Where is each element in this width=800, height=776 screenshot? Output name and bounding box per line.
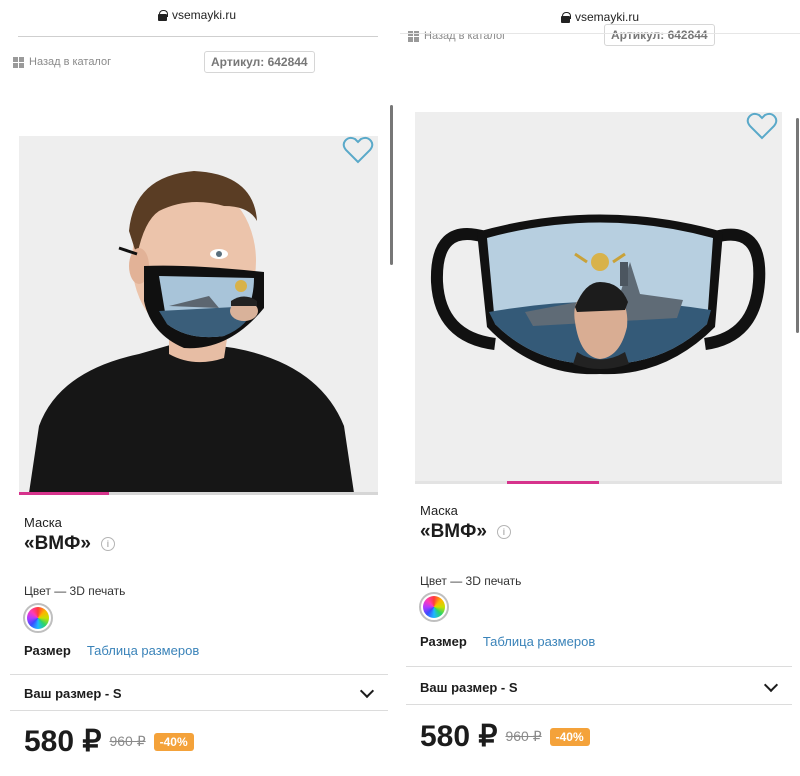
size-select[interactable]: Ваш размер - S [24,683,376,701]
product-type: Маска [420,503,458,518]
size-table-link[interactable]: Таблица размеров [87,643,199,658]
size-select-bottom-border [10,710,388,711]
size-select-value: Ваш размер - S [420,680,518,695]
color-label: Цвет — 3D печать [420,574,522,588]
sku-badge: Артикул: 642844 [604,24,715,46]
product-page-left: vsemayki.ru Назад в каталог Артикул: 642… [0,0,394,776]
info-icon[interactable]: i [496,525,511,539]
gallery-indicator-active [19,492,109,495]
size-select-top-border [10,674,388,675]
url-bar[interactable]: vsemayki.ru [400,6,800,28]
model-wearing-mask-image [19,136,378,493]
chevron-down-icon [359,683,375,698]
gallery-indicator[interactable] [415,481,782,484]
scrollbar[interactable] [390,105,393,265]
color-label: Цвет — 3D печать [24,584,126,598]
lock-icon [157,9,168,21]
sku-badge: Артикул: 642844 [204,51,315,73]
old-price: 960 ₽ [505,728,542,744]
heart-icon[interactable] [746,112,778,140]
discount-badge: -40% [549,727,590,746]
price: 580 ₽ [420,720,498,753]
price-row: 580 ₽ 960 ₽ -40% [24,724,194,759]
url-bar[interactable]: vsemayki.ru [0,4,394,26]
product-name-text: «ВМФ» [24,533,91,554]
discount-badge: -40% [153,732,194,751]
size-select-top-border [406,666,792,667]
sticky-header-divider [400,33,800,34]
info-icon[interactable]: i [100,537,115,551]
gallery-indicator[interactable] [19,492,378,495]
size-select-bottom-border [406,704,792,705]
heart-icon[interactable] [342,136,374,164]
chevron-down-icon [763,677,779,692]
size-row: Размер Таблица размеров [420,634,595,649]
product-photo-mask[interactable] [415,112,782,482]
product-name: «ВМФ» i [24,533,115,555]
price-row: 580 ₽ 960 ₽ -40% [420,719,590,754]
old-price: 960 ₽ [109,733,146,749]
header-divider [18,36,378,37]
size-select-value: Ваш размер - S [24,686,122,701]
scrollbar[interactable] [796,118,799,333]
price: 580 ₽ [24,725,102,758]
color-swatch-icon[interactable] [23,603,53,633]
comparison-screenshot: vsemayki.ru Назад в каталог Артикул: 642… [0,0,800,776]
color-swatch-icon[interactable] [419,592,449,622]
size-row: Размер Таблица размеров [24,643,199,658]
mask-product-image [415,112,782,482]
product-page-right: vsemayki.ru Назад в каталог Артикул: 642… [400,0,800,776]
back-label: Назад в каталог [29,56,112,68]
product-photo-model[interactable] [19,136,378,493]
product-name-text: «ВМФ» [420,521,487,542]
size-select[interactable]: Ваш размер - S [420,677,780,695]
lock-icon [560,11,571,23]
size-table-link[interactable]: Таблица размеров [483,634,595,649]
url-text: vsemayki.ru [171,8,236,22]
gallery-indicator-active [507,481,599,484]
product-name: «ВМФ» i [420,521,511,543]
back-to-catalog-link[interactable]: Назад в каталог [13,56,111,68]
back-label: Назад в каталог [424,30,507,42]
url-text: vsemayki.ru [574,10,639,24]
back-to-catalog-link[interactable]: Назад в каталог [408,30,506,42]
size-label: Размер [420,634,467,649]
grid-icon [13,56,24,68]
product-type: Маска [24,515,62,530]
size-label: Размер [24,643,71,658]
